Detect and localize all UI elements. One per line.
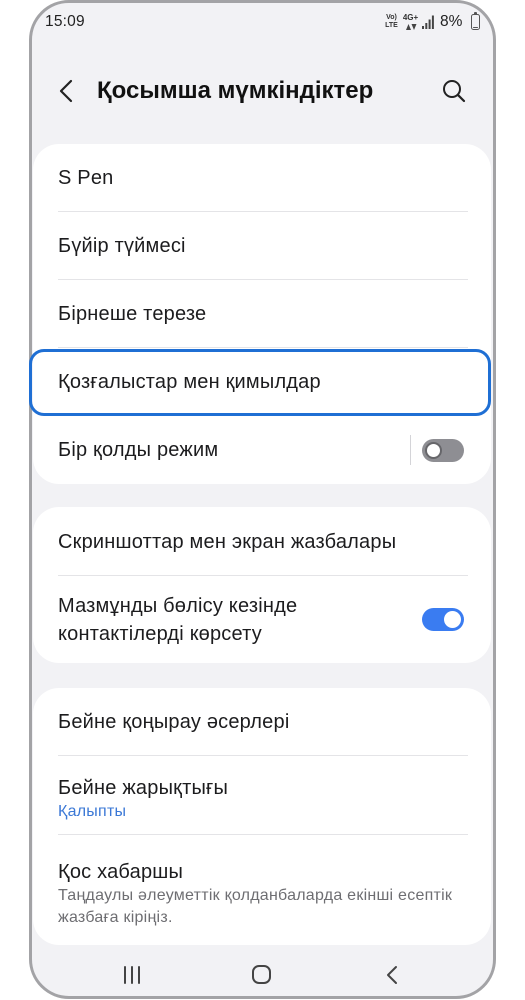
settings-group-3: Бейне қоңырау әсерлері Бейне жарықтығы Қ…	[33, 688, 491, 945]
list-item-label: Бірнеше терезе	[58, 303, 207, 325]
toggle-knob	[444, 611, 461, 628]
focus-highlight	[29, 349, 491, 416]
list-item-label: S Pen	[58, 167, 114, 189]
battery-percent: 8%	[440, 13, 463, 30]
home-button[interactable]	[252, 965, 271, 984]
list-item-label: Бейне жарықтығы	[58, 776, 229, 799]
list-item-label: Мазмұнды бөлісу кезінде контактілерді кө…	[58, 594, 298, 645]
show-contacts-toggle[interactable]	[422, 608, 464, 631]
list-item-description: Таңдаулы әлеуметтік қолданбаларда екінші…	[58, 887, 453, 926]
list-item-screenshots[interactable]: Скриншоттар мен экран жазбалары	[33, 507, 491, 576]
network-icon: 4G+	[402, 13, 419, 31]
status-time: 15:09	[45, 13, 85, 30]
chevron-left-icon	[59, 79, 73, 103]
settings-group-2: Скриншоттар мен экран жазбалары Мазмұнды…	[33, 507, 491, 663]
list-item-label: Бүйір түймесі	[58, 235, 186, 257]
list-item-label: Бейне қоңырау әсерлері	[58, 711, 290, 733]
settings-group-1: S Pen Бүйір түймесі Бірнеше терезе Қозға…	[33, 144, 491, 484]
battery-icon	[471, 11, 480, 30]
search-icon	[443, 80, 466, 103]
nav-back-button[interactable]	[384, 964, 400, 986]
list-item-label: Скриншоттар мен экран жазбалары	[58, 530, 397, 553]
list-item-multi-window[interactable]: Бірнеше терезе	[33, 280, 491, 348]
recents-button[interactable]	[123, 966, 141, 984]
list-item-label: Қос хабаршы	[58, 861, 184, 883]
list-item-side-button[interactable]: Бүйір түймесі	[33, 212, 491, 280]
list-item-value: Қалыпты	[58, 802, 127, 820]
battery-fill	[473, 26, 478, 28]
page-title: Қосымша мүмкіндіктер	[97, 77, 374, 104]
vertical-separator	[410, 435, 411, 465]
network-type-label: 4G+	[402, 13, 419, 22]
list-item-one-handed-mode[interactable]: Бір қолды режим	[33, 416, 491, 484]
battery-cap	[474, 11, 477, 14]
back-icon	[387, 966, 397, 984]
one-handed-mode-toggle[interactable]	[422, 438, 464, 462]
volte-top-label: Vo)	[386, 14, 397, 21]
signal-icon	[422, 15, 434, 29]
phone-screen: 15:09 Vo) LTE 4G+ 8% Қосымша мүмкіндікте…	[29, 0, 496, 999]
volte-bottom-label: LTE	[385, 21, 398, 29]
list-item-dual-messenger[interactable]: Қос хабаршы Таңдаулы әлеуметтік қолданба…	[33, 835, 491, 945]
list-item-video-call-effects[interactable]: Бейне қоңырау әсерлері	[33, 688, 491, 756]
search-button[interactable]	[438, 75, 470, 107]
list-item-video-brightness[interactable]: Бейне жарықтығы Қалыпты	[33, 756, 491, 835]
data-activity-icon	[405, 24, 416, 30]
list-item-s-pen[interactable]: S Pen	[33, 144, 491, 212]
list-item-show-contacts-sharing[interactable]: Мазмұнды бөлісу кезінде контактілерді кө…	[33, 576, 491, 663]
volte-icon: Vo) LTE	[383, 14, 400, 29]
back-button[interactable]	[54, 75, 80, 107]
toggle-knob	[425, 441, 442, 459]
